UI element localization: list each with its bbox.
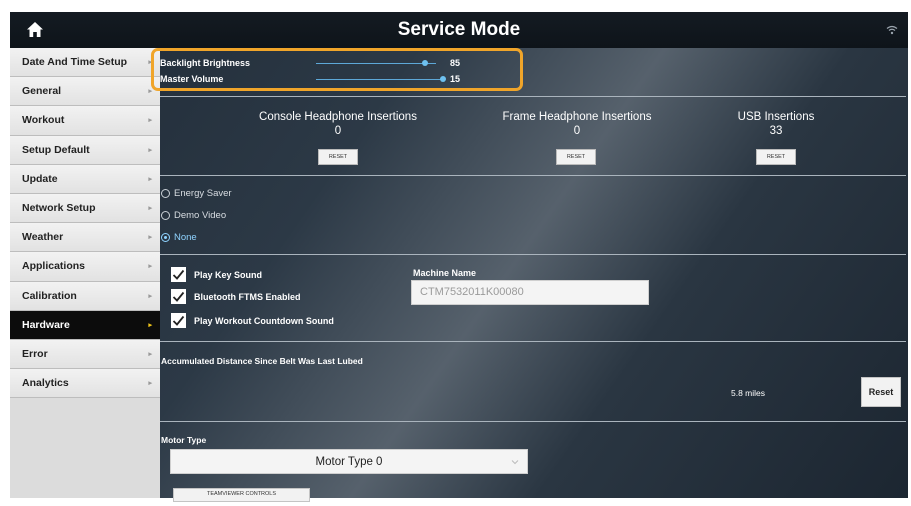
motor-type-label: Motor Type <box>161 435 207 445</box>
reset-frame-button[interactable]: RESET <box>556 149 596 165</box>
counter-value: 0 <box>573 125 581 137</box>
sidebar-item-error[interactable]: Error ▸ <box>10 339 160 370</box>
checkbox-workout-countdown[interactable]: Play Workout Countdown Sound <box>171 313 334 328</box>
divider <box>160 254 906 255</box>
chevron-right-icon: ▸ <box>148 175 152 183</box>
sidebar-item-label: Weather <box>22 231 64 244</box>
checkmark-icon <box>171 267 186 282</box>
checkbox-label: Play Key Sound <box>194 269 263 280</box>
volume-slider-track[interactable] <box>316 79 444 80</box>
radio-energy-saver[interactable]: Energy Saver <box>161 188 232 199</box>
machine-name-label: Machine Name <box>413 268 477 278</box>
wifi-icon <box>886 25 898 35</box>
brightness-label: Backlight Brightness <box>160 58 251 68</box>
brightness-slider-thumb[interactable] <box>421 60 428 66</box>
sidebar-item-hardware[interactable]: Hardware ▸ <box>10 310 160 340</box>
highlight-box <box>151 48 523 91</box>
belt-distance-label: Accumulated Distance Since Belt Was Last… <box>161 356 363 366</box>
radio-circle-icon <box>161 189 170 198</box>
machine-name-field[interactable]: CTM7532011K00080 <box>411 280 649 305</box>
counter-value: 0 <box>334 125 342 137</box>
radio-circle-icon <box>161 211 170 220</box>
radio-demo-video[interactable]: Demo Video <box>161 210 226 221</box>
sidebar-item-workout[interactable]: Workout ▸ <box>10 106 160 136</box>
reset-console-button[interactable]: RESET <box>318 149 358 165</box>
chevron-right-icon: ▸ <box>148 321 152 329</box>
brightness-value: 85 <box>450 58 461 68</box>
chevron-right-icon: ▸ <box>148 88 152 96</box>
sidebar-item-network-setup[interactable]: Network Setup ▸ <box>10 193 160 224</box>
checkmark-icon <box>171 289 186 304</box>
sidebar-item-label: Network Setup <box>22 202 96 215</box>
sidebar-item-setup-default[interactable]: Setup Default ▸ <box>10 135 160 165</box>
radio-selected-icon <box>161 233 170 242</box>
sidebar-item-label: General <box>22 85 62 98</box>
sidebar-item-date-and-time-setup[interactable]: Date And Time Setup ▸ <box>10 48 160 78</box>
checkmark-icon <box>171 313 186 328</box>
brightness-slider-track[interactable] <box>316 63 436 64</box>
sidebar: Date And Time Setup ▸ General ▸ Workout … <box>10 48 160 498</box>
radio-label: Demo Video <box>174 210 227 221</box>
sidebar-item-label: Workout <box>22 114 65 127</box>
page-title: Service Mode <box>397 19 521 40</box>
sidebar-item-label: Hardware <box>22 318 70 331</box>
usb-counter: USB Insertions 33 <box>676 111 876 137</box>
sidebar-item-label: Update <box>22 172 58 185</box>
reset-belt-button[interactable]: Reset <box>861 377 901 407</box>
sidebar-item-label: Calibration <box>22 289 77 302</box>
counter-label: Frame Headphone Insertions <box>502 111 652 123</box>
radio-label: Energy Saver <box>174 188 232 199</box>
checkbox-label: Play Workout Countdown Sound <box>194 315 334 326</box>
checkbox-label: Bluetooth FTMS Enabled <box>194 291 301 302</box>
motor-type-select[interactable]: Motor Type 0 <box>170 449 528 474</box>
teamviewer-controls-button[interactable]: TEAMVIEWER CONTROLS <box>173 488 310 502</box>
checkbox-play-key-sound[interactable]: Play Key Sound <box>171 267 262 282</box>
chevron-down-icon <box>511 460 519 465</box>
sidebar-item-label: Error <box>22 347 48 360</box>
chevron-right-icon: ▸ <box>148 292 152 300</box>
sidebar-item-label: Date And Time Setup <box>22 56 128 69</box>
counter-label: USB Insertions <box>737 111 815 123</box>
frame-headphone-counter: Frame Headphone Insertions 0 <box>477 111 677 137</box>
sidebar-item-weather[interactable]: Weather ▸ <box>10 223 160 253</box>
divider <box>160 421 906 422</box>
title-bar: Service Mode <box>10 12 908 48</box>
counter-label: Console Headphone Insertions <box>259 111 417 123</box>
volume-value: 15 <box>450 74 461 84</box>
belt-distance-value: 5.8 miles <box>731 388 766 398</box>
chevron-right-icon: ▸ <box>148 380 152 388</box>
chevron-right-icon: ▸ <box>148 350 152 358</box>
radio-none[interactable]: None <box>161 232 197 243</box>
sidebar-item-analytics[interactable]: Analytics ▸ <box>10 369 160 399</box>
reset-usb-button[interactable]: RESET <box>756 149 796 165</box>
checkbox-bluetooth-ftms[interactable]: Bluetooth FTMS Enabled <box>171 289 301 304</box>
sidebar-item-label: Analytics <box>22 377 69 390</box>
divider <box>160 175 906 176</box>
sidebar-item-general[interactable]: General ▸ <box>10 77 160 107</box>
sidebar-item-applications[interactable]: Applications ▸ <box>10 252 160 282</box>
chevron-right-icon: ▸ <box>148 205 152 213</box>
chevron-right-icon: ▸ <box>148 117 152 125</box>
console-headphone-counter: Console Headphone Insertions 0 <box>238 111 438 137</box>
chevron-right-icon: ▸ <box>148 234 152 242</box>
sidebar-item-calibration[interactable]: Calibration ▸ <box>10 281 160 311</box>
sidebar-item-label: Applications <box>22 260 86 273</box>
radio-label: None <box>174 232 197 243</box>
sidebar-item-update[interactable]: Update ▸ <box>10 164 160 194</box>
chevron-right-icon: ▸ <box>148 263 152 271</box>
chevron-right-icon: ▸ <box>148 146 152 154</box>
sidebar-item-label: Setup Default <box>22 143 90 156</box>
divider <box>160 341 906 342</box>
volume-slider-thumb[interactable] <box>439 76 446 82</box>
divider <box>160 96 906 97</box>
volume-label: Master Volume <box>160 74 224 84</box>
counter-value: 33 <box>769 125 783 137</box>
select-value: Motor Type 0 <box>315 455 383 468</box>
